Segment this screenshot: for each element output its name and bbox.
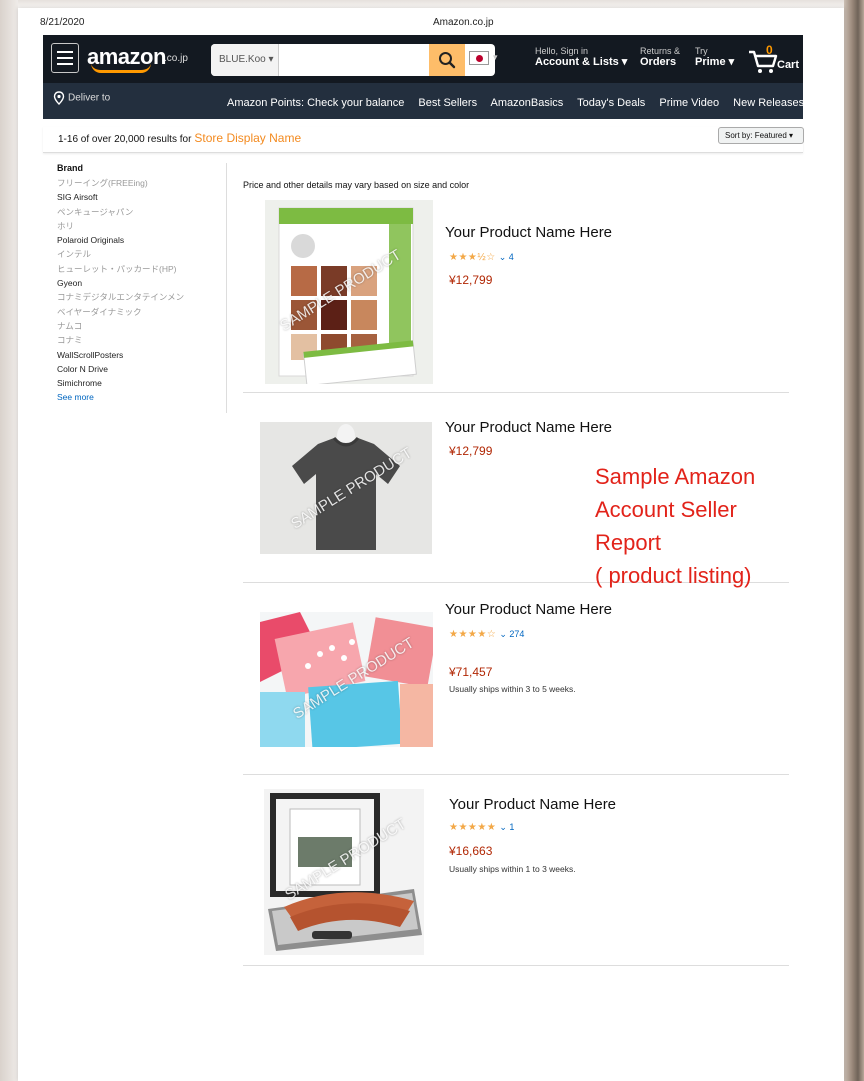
deliver-to-link[interactable]: Deliver to bbox=[53, 91, 110, 105]
prime-menu[interactable]: Try Prime ▾ bbox=[695, 46, 743, 69]
search-bar: BLUE.Koo ▾ bbox=[211, 44, 495, 76]
rating-stars-icon: ★★★★☆ bbox=[449, 629, 497, 640]
product-image[interactable]: SAMPLE PRODUCT bbox=[260, 422, 432, 554]
print-header: 8/21/2020 Amazon.co.jp bbox=[40, 17, 800, 31]
location-pin-icon bbox=[53, 91, 65, 105]
cart-button[interactable]: 0 Cart bbox=[747, 43, 803, 75]
rating-stars-icon: ★★★½☆ bbox=[449, 252, 496, 263]
brand-filter-item[interactable]: ナムコ bbox=[57, 319, 226, 333]
photo-frame-top bbox=[0, 0, 864, 8]
product-image[interactable]: SAMPLE PRODUCT bbox=[264, 789, 424, 955]
amazon-nav-bar: amazon .co.jp BLUE.Koo ▾ ▾ Hello, Sign i… bbox=[43, 35, 804, 119]
product-card: SAMPLE PRODUCT Your Product Name Here ★★… bbox=[243, 196, 789, 393]
brand-filter-title: Brand bbox=[57, 163, 84, 173]
brand-filter-item[interactable]: コナミ bbox=[57, 333, 226, 347]
brand-filter-sidebar: Brand フリーイング(FREEing) SIG Airsoft ペンキュージャパ… bbox=[57, 163, 227, 413]
print-date: 8/21/2020 bbox=[40, 17, 85, 28]
nav-link-new-releases[interactable]: New Releases bbox=[733, 97, 804, 109]
nav-top-row: amazon .co.jp BLUE.Koo ▾ ▾ Hello, Sign i… bbox=[43, 35, 803, 83]
product-title[interactable]: Your Product Name Here bbox=[445, 601, 612, 618]
account-menu[interactable]: Hello, Sign in Account & Lists ▾ bbox=[535, 46, 631, 69]
search-button[interactable] bbox=[429, 44, 465, 76]
product-price: ¥71,457 bbox=[449, 665, 493, 679]
tile-sample-case-image bbox=[264, 789, 424, 955]
report-note-line: Sample Amazon bbox=[595, 464, 756, 489]
nav-link-best-sellers[interactable]: Best Sellers bbox=[418, 97, 477, 109]
brand-filter-list: フリーイング(FREEing) SIG Airsoft ペンキュージャパン ホリ Pol… bbox=[57, 176, 226, 390]
product-price: ¥12,799 bbox=[449, 444, 493, 458]
sort-dropdown[interactable]: Sort by: Featured ▾ bbox=[718, 127, 804, 144]
review-count[interactable]: ⌄ 4 bbox=[499, 252, 514, 262]
product-price: ¥12,799 bbox=[449, 273, 493, 287]
photo-frame-left bbox=[0, 0, 18, 1081]
orders-top-label: Returns & bbox=[640, 46, 681, 56]
product-image[interactable]: SAMPLE PRODUCT bbox=[260, 612, 433, 747]
see-more-link[interactable]: See more bbox=[57, 390, 226, 404]
brand-filter-item[interactable]: ペンキュージャパン bbox=[57, 205, 226, 219]
prime-top-label: Try bbox=[695, 46, 708, 56]
brand-filter-item[interactable]: WallScrollPosters bbox=[57, 348, 226, 362]
results-query: Store Display Name bbox=[194, 131, 302, 145]
account-greeting: Hello, Sign in bbox=[535, 46, 589, 56]
logo-smile-icon bbox=[91, 63, 151, 73]
menu-icon[interactable] bbox=[51, 43, 79, 73]
review-count[interactable]: ⌄ 274 bbox=[499, 629, 524, 639]
product-card: SAMPLE PRODUCT Your Product Name Here ★★… bbox=[243, 583, 789, 775]
deliver-to-label: Deliver to bbox=[68, 92, 111, 104]
prime-label: Prime ▾ bbox=[695, 56, 735, 68]
star-rating[interactable]: ★★★★★ ⌄ 1 bbox=[449, 822, 514, 833]
account-lists-label: Account & Lists ▾ bbox=[535, 56, 628, 68]
star-rating[interactable]: ★★★★☆ ⌄ 274 bbox=[449, 629, 524, 640]
brand-filter-item[interactable]: SIG Airsoft bbox=[57, 190, 226, 204]
brand-filter-item[interactable]: フリーイング(FREEing) bbox=[57, 176, 226, 190]
product-card: SAMPLE PRODUCT Your Product Name Here ★★… bbox=[243, 775, 789, 966]
brand-filter-item[interactable]: Gyeon bbox=[57, 276, 226, 290]
brand-filter-item[interactable]: ヒューレット・パッカード(HP) bbox=[57, 262, 226, 276]
product-title[interactable]: Your Product Name Here bbox=[449, 796, 616, 813]
cart-count: 0 bbox=[766, 43, 773, 57]
brand-filter-item[interactable]: ベイヤーダイナミック bbox=[57, 305, 226, 319]
results-bar: 1-16 of over 20,000 results for Store Dis… bbox=[43, 127, 804, 153]
brand-filter-item[interactable]: コナミデジタルエンタテインメン bbox=[57, 290, 226, 304]
cart-icon bbox=[749, 50, 778, 73]
review-count[interactable]: ⌄ 1 bbox=[499, 822, 514, 832]
nav-link-points[interactable]: Amazon Points: Check your balance bbox=[227, 97, 404, 109]
product-title[interactable]: Your Product Name Here bbox=[445, 224, 612, 241]
results-count: 1-16 of over 20,000 results for bbox=[58, 134, 192, 145]
rating-stars-icon: ★★★★★ bbox=[449, 822, 497, 833]
cart-label: Cart bbox=[777, 59, 800, 71]
nav-sub-links: Amazon Points: Check your balance Best S… bbox=[227, 97, 815, 109]
orders-link[interactable]: Returns & Orders bbox=[640, 46, 686, 69]
brand-filter-item[interactable]: Polaroid Originals bbox=[57, 233, 226, 247]
logo-domain: .co.jp bbox=[164, 53, 188, 64]
star-rating[interactable]: ★★★½☆ ⌄ 4 bbox=[449, 252, 514, 263]
orders-label: Orders bbox=[640, 56, 677, 68]
results-summary: 1-16 of over 20,000 results for Store Dis… bbox=[58, 131, 301, 145]
report-note: Sample Amazon Account Seller Report ( pr… bbox=[595, 460, 815, 592]
price-notice: Price and other details may vary based o… bbox=[243, 180, 470, 190]
product-price: ¥16,663 bbox=[449, 844, 493, 858]
japan-flag-icon[interactable] bbox=[469, 51, 489, 65]
search-input[interactable] bbox=[279, 44, 427, 76]
brand-filter-item[interactable]: Color N Drive bbox=[57, 362, 226, 376]
brand-filter-item[interactable]: Simichrome bbox=[57, 376, 226, 390]
amazon-logo[interactable]: amazon .co.jp bbox=[87, 43, 197, 75]
nav-link-prime-video[interactable]: Prime Video bbox=[659, 97, 719, 109]
photo-frame-right bbox=[844, 0, 864, 1081]
nav-link-todays-deals[interactable]: Today's Deals bbox=[577, 97, 645, 109]
brand-filter-item[interactable]: ホリ bbox=[57, 219, 226, 233]
report-note-line: Account Seller bbox=[595, 497, 737, 522]
search-icon bbox=[439, 52, 456, 69]
nav-link-amazonbasics[interactable]: AmazonBasics bbox=[491, 97, 564, 109]
search-department-select[interactable]: BLUE.Koo ▾ bbox=[211, 44, 279, 76]
product-title[interactable]: Your Product Name Here bbox=[445, 419, 612, 436]
language-caret-icon: ▾ bbox=[493, 52, 498, 62]
print-title: Amazon.co.jp bbox=[433, 17, 494, 28]
shipping-info: Usually ships within 3 to 5 weeks. bbox=[449, 684, 576, 694]
nav-bottom-row: Deliver to Amazon Points: Check your bal… bbox=[43, 83, 804, 119]
brand-filter-item[interactable]: インテル bbox=[57, 247, 226, 261]
report-note-line: Report bbox=[595, 530, 662, 555]
product-image[interactable]: SAMPLE PRODUCT bbox=[265, 200, 433, 384]
shipping-info: Usually ships within 1 to 3 weeks. bbox=[449, 864, 576, 874]
